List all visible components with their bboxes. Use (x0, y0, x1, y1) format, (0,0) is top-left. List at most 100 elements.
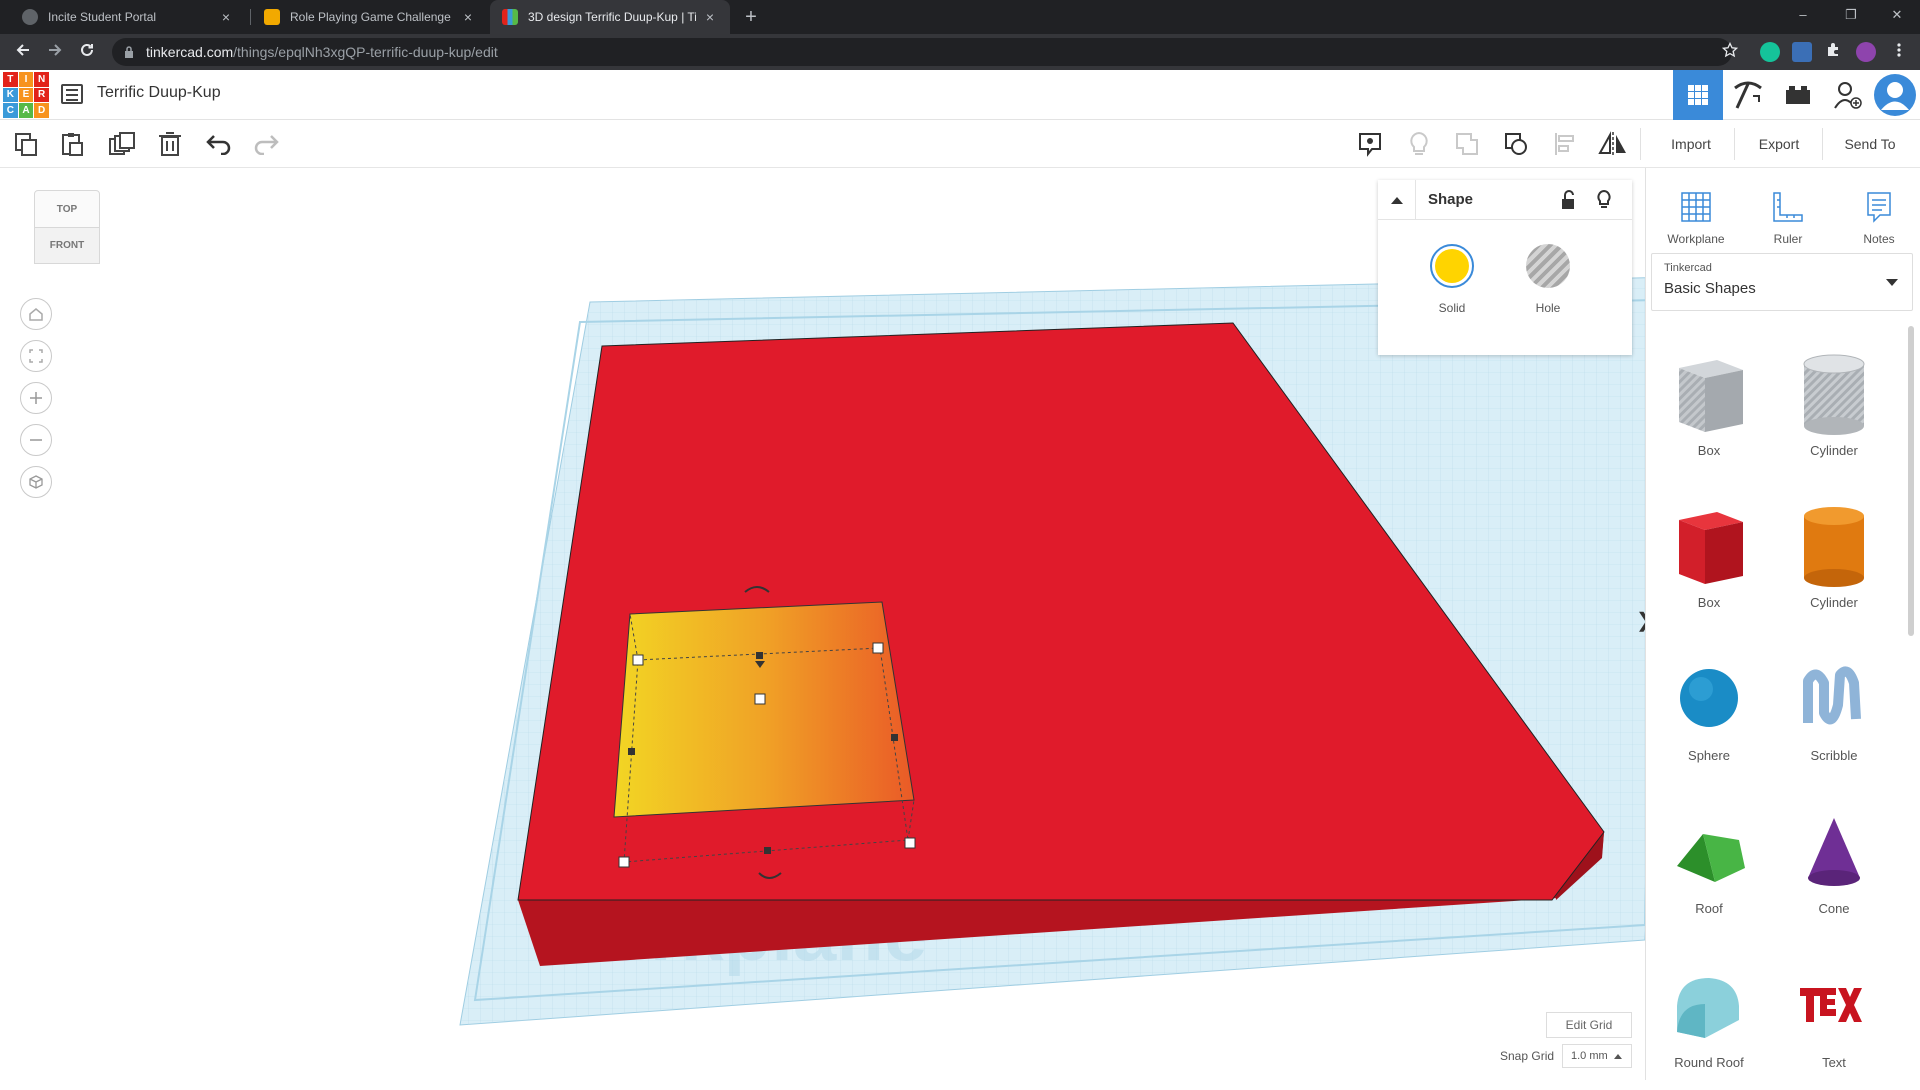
export-button[interactable]: Export (1742, 127, 1816, 161)
view-cube-front[interactable]: FRONT (34, 228, 100, 264)
home-view-button[interactable] (20, 298, 52, 330)
portal-favicon-icon (22, 9, 38, 25)
send-to-button[interactable]: Send To (1830, 127, 1910, 161)
hole-button[interactable] (1526, 244, 1570, 288)
tinkercad-logo[interactable]: TIN KER CAD (3, 72, 49, 118)
user-avatar[interactable] (1870, 70, 1920, 120)
selected-shape[interactable] (613, 601, 915, 818)
undo-icon (206, 135, 231, 155)
lock-icon[interactable] (124, 46, 136, 58)
close-window-button[interactable]: ✕ (1874, 0, 1920, 30)
tab-close-icon[interactable]: × (218, 9, 234, 25)
tab-incite-student-portal[interactable]: Incite Student Portal × (10, 0, 246, 34)
bricks-view-button[interactable] (1773, 70, 1823, 120)
zoom-in-button[interactable] (20, 382, 52, 414)
corner-handle[interactable] (872, 642, 884, 654)
shape-scribble[interactable]: Scribble (1774, 633, 1894, 783)
tab-role-playing-game[interactable]: Role Playing Game Challenge - In × (252, 0, 488, 34)
puzzle-extensions-icon[interactable] (1819, 38, 1847, 66)
notes-tool[interactable]: Notes (1839, 178, 1919, 248)
redo-button[interactable] (250, 128, 282, 160)
tab-tinkercad-design[interactable]: 3D design Terrific Duup-Kup | Tin × (490, 0, 730, 34)
browser-tab-strip: Incite Student Portal × Role Playing Gam… (0, 0, 1920, 34)
shape-round-roof[interactable]: Round Roof (1649, 940, 1769, 1090)
side-handle[interactable] (764, 847, 771, 854)
show-all-button[interactable] (1403, 128, 1435, 160)
shape-cylinder[interactable]: Cylinder (1774, 480, 1894, 630)
shape-cylinder-hole[interactable]: Cylinder (1774, 328, 1894, 478)
new-tab-button[interactable]: + (737, 3, 765, 31)
snap-grid-select[interactable]: 1.0 mm (1562, 1044, 1632, 1068)
shape-roof[interactable]: Roof (1649, 786, 1769, 936)
panel-scrollbar[interactable] (1908, 326, 1914, 636)
group-button[interactable] (1451, 128, 1483, 160)
tab-close-icon[interactable]: × (460, 9, 476, 25)
profile-avatar[interactable] (1856, 42, 1876, 62)
design-list-icon[interactable] (61, 84, 83, 104)
side-handle[interactable] (756, 652, 763, 659)
shape-box-hole[interactable]: Box (1649, 328, 1769, 478)
height-handle[interactable] (754, 693, 766, 705)
view-cube-top[interactable]: TOP (34, 190, 100, 228)
url-path: /things/epqlNh3xgQP-terrific-duup-kup/ed… (233, 44, 498, 60)
copy-button[interactable] (10, 128, 42, 160)
undo-button[interactable] (203, 128, 235, 160)
corner-handle[interactable] (618, 856, 630, 868)
align-button[interactable] (1549, 128, 1581, 160)
forward-arrow-icon[interactable] (41, 38, 69, 66)
duplicate-button[interactable] (106, 128, 138, 160)
logo-letter: A (18, 103, 34, 118)
shape-cone[interactable]: Cone (1774, 786, 1894, 936)
reload-icon[interactable] (73, 38, 101, 66)
corner-handle[interactable] (904, 837, 916, 849)
3d-view-button[interactable] (1673, 70, 1723, 120)
shape-library-select[interactable]: Tinkercad Basic Shapes (1651, 253, 1913, 311)
logo-letter: I (18, 72, 34, 87)
comment-eye-icon (1359, 133, 1381, 157)
lock-icon[interactable] (1561, 190, 1575, 215)
solid-button[interactable] (1430, 244, 1474, 288)
notes-tool-button[interactable] (1354, 128, 1386, 160)
workplane-tool[interactable]: Workplane (1656, 178, 1736, 248)
bookmark-star-icon[interactable] (1716, 38, 1744, 66)
collapse-inspector-button[interactable] (1378, 180, 1416, 220)
design-title[interactable]: Terrific Duup-Kup (97, 84, 221, 102)
perspective-button[interactable] (20, 466, 52, 498)
chrome-menu-icon[interactable] (1885, 38, 1913, 66)
add-user-icon (1834, 82, 1862, 109)
toolbar-divider (1734, 128, 1735, 160)
extension-icon[interactable] (1792, 42, 1812, 62)
address-bar[interactable]: tinkercad.com/things/epqlNh3xgQP-terrifi… (112, 38, 1732, 66)
invite-user-button[interactable] (1823, 70, 1873, 120)
edit-grid-button[interactable]: Edit Grid (1546, 1012, 1632, 1038)
hole-label: Hole (1535, 301, 1561, 315)
ruler-tool[interactable]: Ruler (1748, 178, 1828, 248)
minus-icon (30, 439, 42, 441)
shape-text[interactable]: Text (1774, 940, 1894, 1090)
group-icon (1456, 133, 1478, 155)
grammarly-extension-icon[interactable] (1760, 42, 1780, 62)
view-cube[interactable]: TOP FRONT (34, 190, 100, 272)
side-handle[interactable] (891, 734, 898, 741)
toolbar-divider (1822, 128, 1823, 160)
minimize-button[interactable]: – (1780, 0, 1826, 30)
restore-button[interactable]: ❐ (1828, 0, 1874, 30)
mirror-button[interactable] (1597, 128, 1629, 160)
lightbulb-icon[interactable] (1596, 189, 1612, 215)
back-arrow-icon[interactable] (9, 38, 37, 66)
minecraft-view-button[interactable] (1723, 70, 1773, 120)
delete-button[interactable] (154, 128, 186, 160)
library-name: Basic Shapes (1664, 280, 1756, 297)
import-button[interactable]: Import (1654, 127, 1728, 161)
fit-view-button[interactable] (20, 340, 52, 372)
tab-close-icon[interactable]: × (702, 9, 718, 25)
logo-letter: D (34, 103, 49, 118)
ungroup-button[interactable] (1500, 128, 1532, 160)
shape-sphere[interactable]: Sphere (1649, 633, 1769, 783)
corner-handle[interactable] (632, 654, 644, 666)
shape-box[interactable]: Box (1649, 480, 1769, 630)
paste-button[interactable] (56, 128, 88, 160)
zoom-out-button[interactable] (20, 424, 52, 456)
text-shape-icon (1800, 988, 1862, 1022)
side-handle[interactable] (628, 748, 635, 755)
